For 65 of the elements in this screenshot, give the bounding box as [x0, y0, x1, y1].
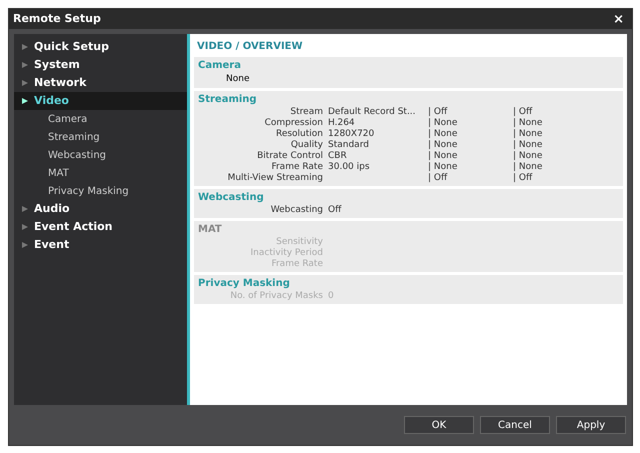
field-value: H.264: [328, 118, 356, 129]
sidebar-item[interactable]: Video: [14, 92, 187, 110]
field-label: Resolution: [274, 129, 324, 140]
sidebar-item[interactable]: System: [14, 56, 187, 74]
sidebar-item[interactable]: Event: [14, 236, 187, 254]
sidebar-subitem[interactable]: Webcasting: [14, 146, 187, 164]
field-value: CBR: [328, 151, 348, 162]
sidebar-item[interactable]: Quick Setup: [14, 38, 187, 56]
section-title: Privacy Masking: [198, 277, 291, 291]
field-value: | None: [428, 118, 458, 129]
field-label: No. of Privacy Masks: [229, 291, 324, 302]
field-value: 0: [328, 291, 335, 302]
triangle-icon: [22, 242, 28, 248]
close-button[interactable]: ×: [609, 12, 628, 26]
field-value: | Off: [428, 173, 448, 184]
sidebar-subitem[interactable]: MAT: [14, 164, 187, 182]
field-label: Frame Rate: [270, 259, 324, 270]
field-value: Default Record St...: [328, 107, 417, 118]
field-value: | None: [428, 162, 458, 173]
field-value: Standard: [328, 140, 370, 151]
page-heading: VIDEO / OVERVIEW: [196, 40, 304, 54]
triangle-icon: [22, 98, 28, 104]
sidebar-subitem[interactable]: Camera: [14, 110, 187, 128]
field-value: | Off: [428, 107, 448, 118]
sidebar-item[interactable]: Event Action: [14, 218, 187, 236]
field-label: Quality: [290, 140, 324, 151]
field-value: 1280X720: [328, 129, 376, 140]
field-value: | None: [513, 118, 544, 129]
field-label: Frame Rate: [270, 162, 324, 173]
field-value: | None: [513, 151, 544, 162]
field-value: | None: [428, 129, 458, 140]
field-value: Off: [328, 205, 342, 216]
triangle-icon: [22, 44, 28, 50]
field-label: Webcasting: [270, 205, 324, 216]
triangle-icon: [22, 62, 28, 68]
field-value: | None: [513, 140, 544, 151]
sidebar-subitem[interactable]: Privacy Masking: [14, 182, 187, 200]
dialog-button[interactable]: Apply: [556, 416, 626, 434]
section-title: Camera: [198, 59, 242, 73]
section-title: Streaming: [198, 93, 258, 107]
field-value: None: [226, 74, 250, 84]
sidebar-item[interactable]: Audio: [14, 200, 187, 218]
field-label: Stream: [289, 107, 324, 118]
section-title: Webcasting: [198, 191, 265, 205]
field-value: 30.00 ips: [328, 162, 371, 173]
dialog-button[interactable]: Cancel: [480, 416, 550, 434]
field-label: Inactivity Period: [250, 248, 324, 259]
field-value: | None: [428, 140, 458, 151]
field-value: | None: [513, 162, 544, 173]
field-value: | None: [513, 129, 544, 140]
triangle-icon: [22, 80, 28, 86]
triangle-icon: [22, 206, 28, 212]
field-label: Bitrate Control: [256, 151, 324, 162]
field-value: | Off: [513, 173, 534, 184]
sidebar-item[interactable]: Network: [14, 74, 187, 92]
field-label: Multi-View Streaming: [226, 173, 324, 184]
field-value: | None: [428, 151, 458, 162]
section-title: MAT: [198, 223, 223, 237]
sidebar-subitem[interactable]: Streaming: [14, 128, 187, 146]
field-value: | Off: [513, 107, 534, 118]
field-label: Compression: [264, 118, 324, 129]
triangle-icon: [22, 224, 28, 230]
dialog-button[interactable]: OK: [404, 416, 474, 434]
window-title: Remote Setup: [13, 10, 101, 27]
field-label: Sensitivity: [275, 237, 324, 248]
